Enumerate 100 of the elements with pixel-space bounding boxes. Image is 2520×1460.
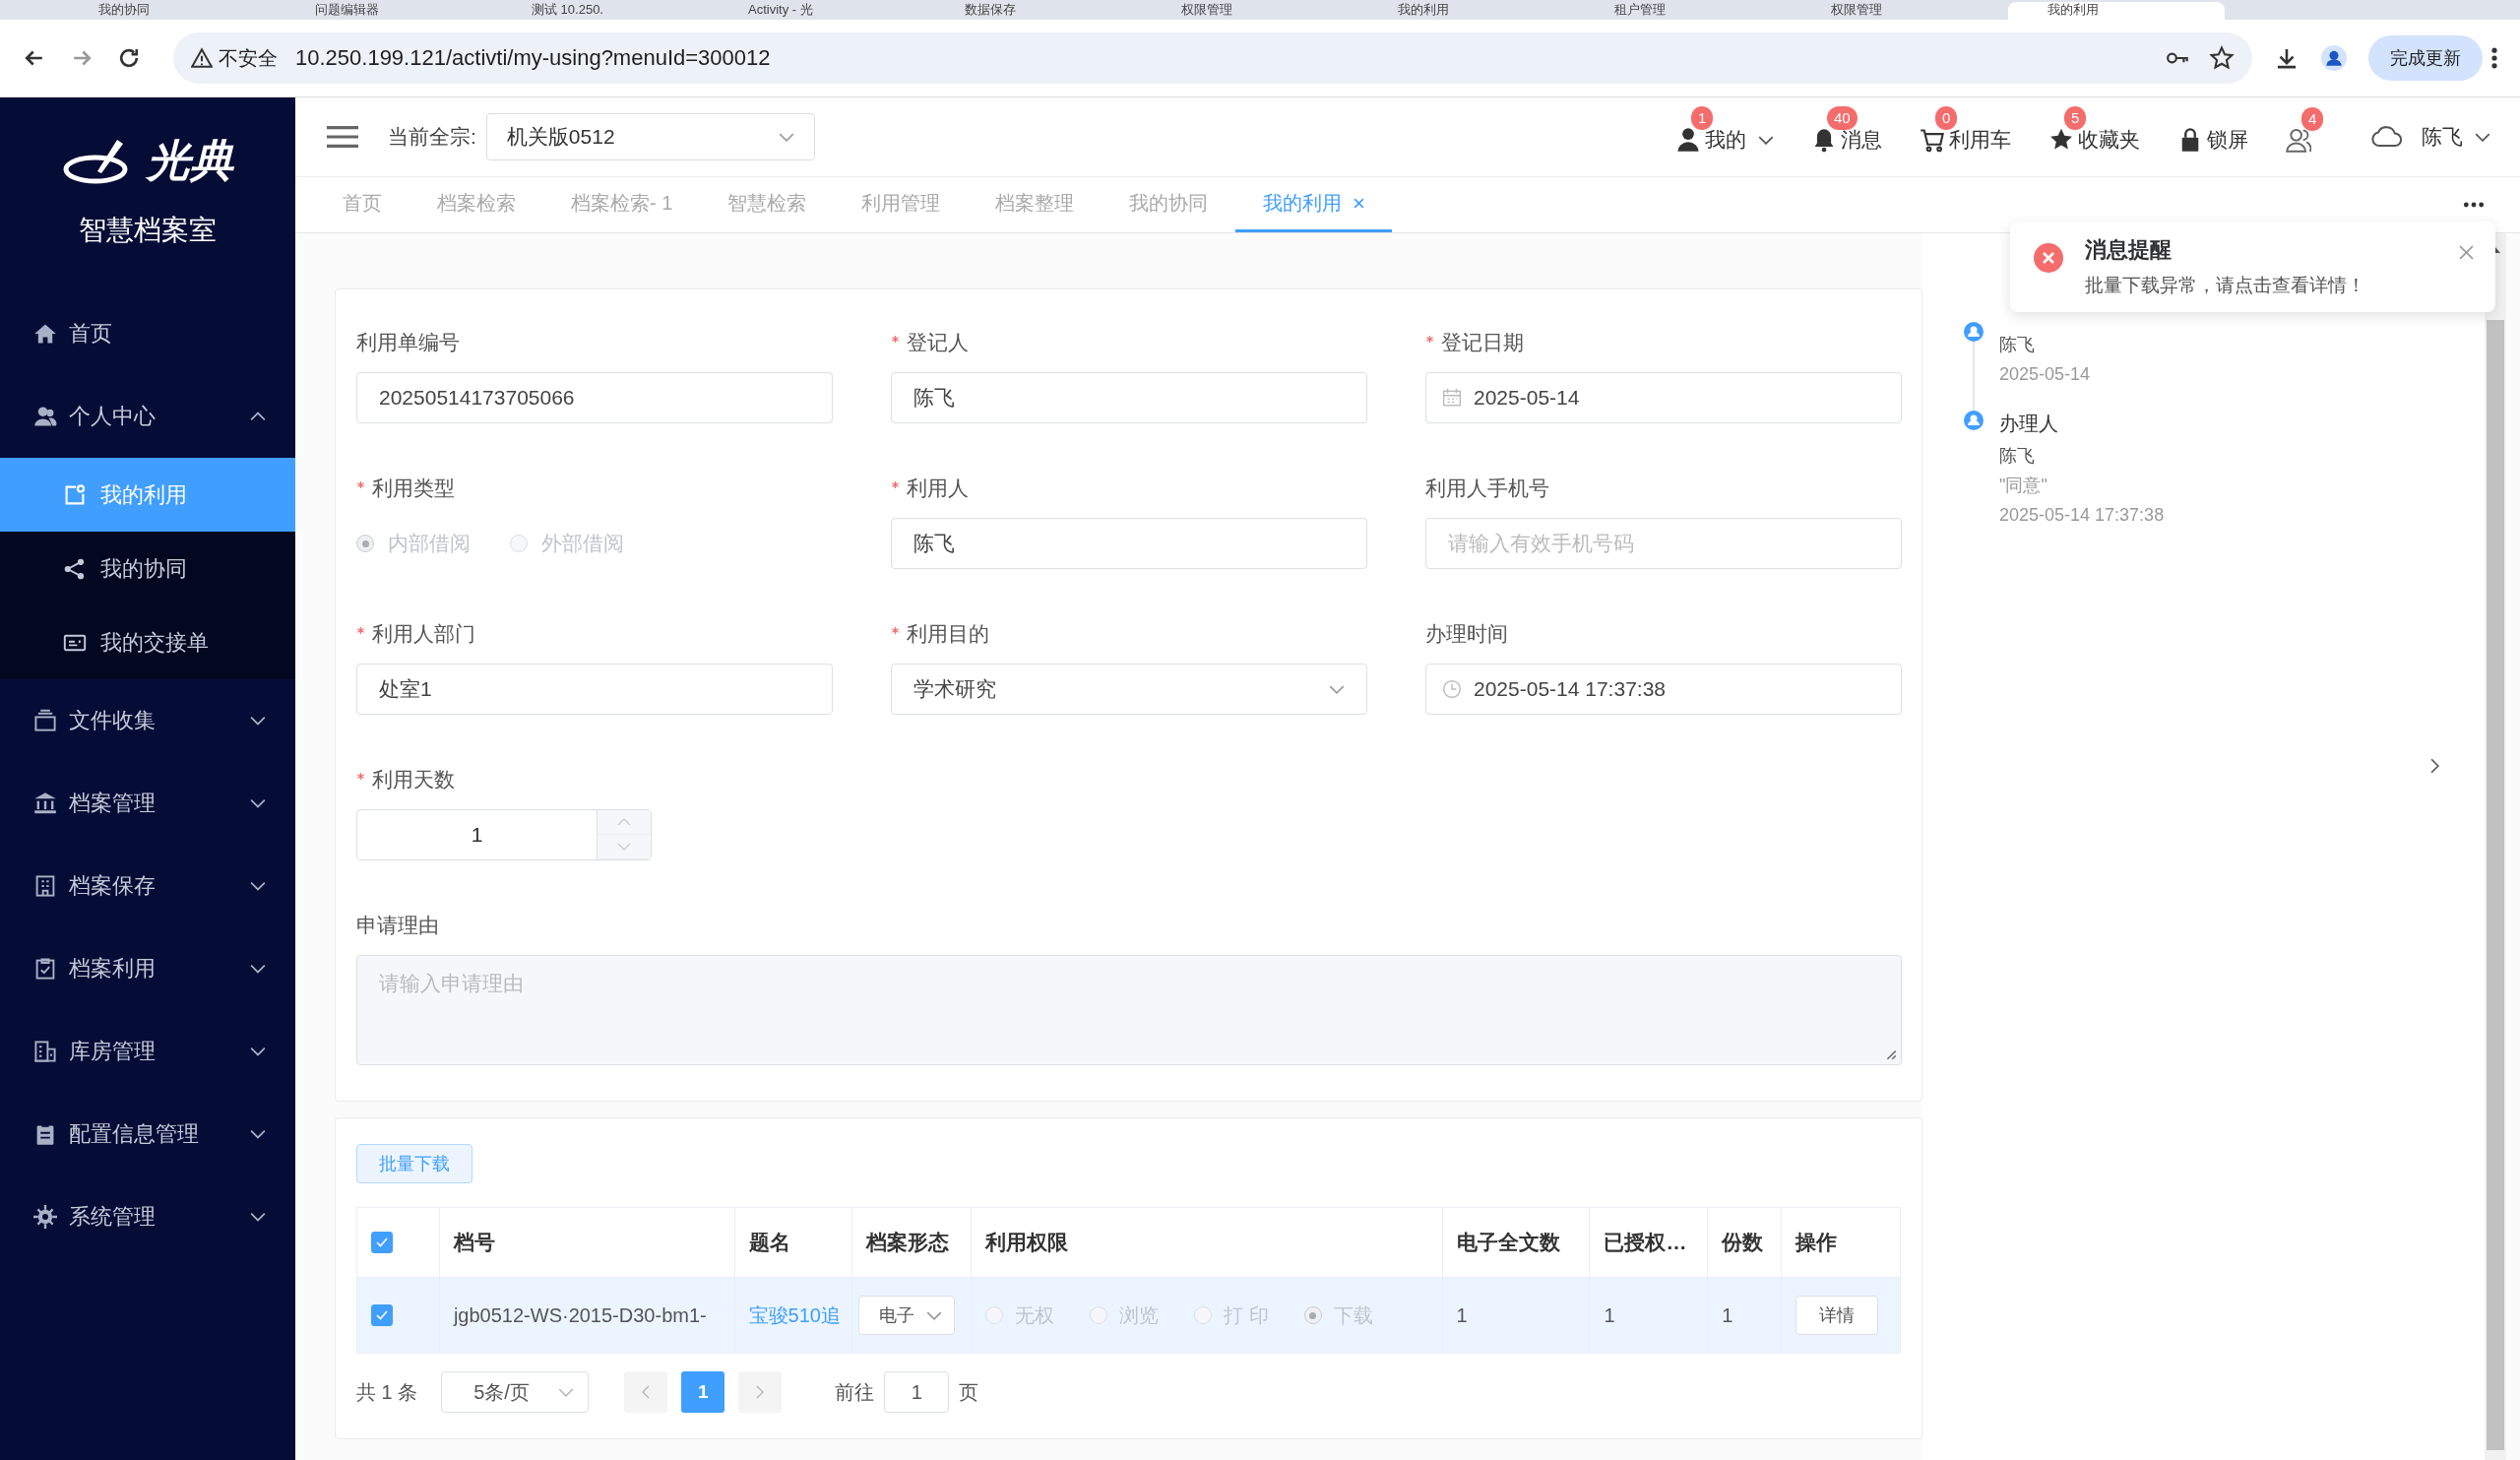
more-icon[interactable]	[2463, 201, 2485, 209]
browser-tab[interactable]: 测试 10.250.	[492, 2, 709, 20]
error-icon	[2034, 243, 2063, 273]
chevron-icon	[558, 1387, 575, 1397]
page-input[interactable]: 1	[884, 1371, 950, 1413]
header-link[interactable]: 40 消息	[1811, 106, 1882, 154]
chevron-icon[interactable]	[2430, 758, 2439, 774]
fonds-select[interactable]: 机关版0512	[485, 113, 815, 160]
browser-tab[interactable]: 租户管理	[1575, 2, 1792, 20]
person-icon	[1964, 411, 1984, 430]
timeline-text: 2025-05-14	[1999, 363, 2091, 386]
table-cell: jgb0512-WS·2015-D30-bm1-	[439, 1278, 735, 1353]
page-size-select[interactable]: 5条/页	[441, 1371, 590, 1413]
menu-item[interactable]: 档案保存	[0, 845, 295, 927]
input-field[interactable]: 20250514173705066	[356, 372, 833, 423]
submenu-item[interactable]: 我的交接单	[0, 605, 295, 679]
user-menu[interactable]: 陈飞	[2370, 123, 2490, 151]
update-button[interactable]: 完成更新	[2368, 35, 2483, 81]
count-badge: 5	[2064, 106, 2087, 130]
goto-label: 前往	[835, 1379, 875, 1405]
timeline-text: 2025-05-14 17:37:38	[1999, 504, 2165, 527]
check-icon	[376, 1310, 388, 1320]
submenu-item[interactable]: 我的协同	[0, 532, 295, 605]
browser-tab[interactable]: 权限管理	[1142, 2, 1358, 20]
chevron-icon	[2475, 132, 2490, 142]
resize-handle-icon[interactable]	[1885, 1048, 1897, 1060]
menu-item[interactable]: 个人中心	[0, 375, 295, 458]
date-field[interactable]: 2025-05-14	[1425, 372, 1902, 423]
close-icon[interactable]	[1354, 198, 1365, 209]
header-link[interactable]: 锁屏	[2177, 106, 2248, 154]
count-badge: 40	[1827, 106, 1858, 130]
app-title: 智慧档案室	[78, 214, 218, 247]
required-icon	[891, 625, 900, 635]
header-link[interactable]: 0 利用车	[1920, 106, 2011, 154]
notification-title: 消息提醒	[2085, 236, 2173, 264]
chevron-right-icon	[756, 1385, 765, 1399]
checkbox[interactable]	[371, 1232, 393, 1253]
address-bar[interactable]: 不安全 10.250.199.121/activti/my-using?menuId=300012	[173, 32, 2252, 84]
bank-icon	[33, 792, 57, 815]
field-label: 利用人	[907, 476, 969, 501]
menu-item[interactable]: 文件收集	[0, 679, 295, 762]
browser-tab[interactable]: 权限管理	[1792, 2, 2008, 20]
warning-icon	[191, 47, 213, 69]
building-icon	[33, 874, 57, 898]
required-icon	[356, 771, 365, 781]
chevron-left-icon	[642, 1385, 651, 1399]
header-link[interactable]: 5 收藏夹	[2048, 106, 2140, 154]
time-field[interactable]: 2025-05-14 17:37:38	[1425, 664, 1902, 715]
browser-tab[interactable]: Activity - 光	[709, 2, 925, 20]
field-label: 利用类型	[372, 476, 455, 501]
select-field[interactable]: 学术研究	[891, 664, 1367, 715]
field-label: 登记日期	[1441, 330, 1524, 355]
menu-item[interactable]: 库房管理	[0, 1010, 295, 1093]
table-cell: 1	[1590, 1278, 1709, 1353]
count-badge: 0	[1935, 106, 1958, 130]
security-label: 不安全	[219, 45, 278, 71]
menu-item[interactable]: 档案利用	[0, 927, 295, 1010]
input-field[interactable]: 处室1	[356, 664, 833, 715]
header-link[interactable]: 1 我的	[1675, 106, 1774, 154]
scrollbar-thumb[interactable]	[2487, 320, 2504, 1450]
notification-message[interactable]: 批量下载异常，请点击查看详情！	[2085, 273, 2437, 298]
field-label: 登记人	[907, 330, 969, 355]
menu-item[interactable]: 首页	[0, 292, 295, 375]
browser-tab[interactable]: 我的利用	[1358, 2, 1575, 20]
close-icon[interactable]	[2459, 245, 2474, 260]
more-icon[interactable]	[2490, 45, 2498, 71]
timeline-text: 陈飞	[1999, 445, 2036, 468]
input-field[interactable]: 陈飞	[891, 518, 1367, 569]
menu-item[interactable]: 配置信息管理	[0, 1093, 295, 1175]
detail-button[interactable]: 详情	[1796, 1296, 1879, 1335]
checkbox[interactable]	[371, 1304, 393, 1326]
star-icon[interactable]	[2209, 45, 2235, 71]
form-select[interactable]: 电子	[858, 1296, 956, 1335]
count-badge: 1	[1691, 106, 1714, 130]
field-label: 利用人部门	[372, 621, 475, 647]
settings-icon	[33, 1205, 57, 1229]
total-count: 共 1 条	[356, 1379, 418, 1405]
input-field[interactable]: 陈飞	[891, 372, 1367, 423]
cloud-icon	[2370, 125, 2404, 149]
timeline-title: 办理人	[1999, 412, 2059, 436]
calendar-icon	[1442, 388, 1462, 408]
person-icon	[1675, 127, 1701, 153]
menu-item[interactable]: 系统管理	[0, 1175, 295, 1258]
profile-icon[interactable]	[2321, 45, 2347, 71]
field-label: 利用目的	[907, 621, 989, 647]
person-icon	[33, 405, 57, 428]
count-badge: 4	[2301, 107, 2324, 131]
url-text: 10.250.199.121/activti/my-using?menuId=300012	[295, 45, 771, 71]
share-icon	[63, 556, 87, 581]
field-label: 利用天数	[372, 767, 455, 793]
required-icon	[891, 479, 900, 489]
building-icon	[33, 1040, 57, 1063]
browser-tab[interactable]: 我的协同	[59, 2, 276, 20]
menu-icon[interactable]	[327, 125, 358, 149]
browser-tab[interactable]: 数据保存	[925, 2, 1142, 20]
required-icon	[356, 625, 365, 635]
menu-item[interactable]: 档案管理	[0, 762, 295, 845]
browser-tab[interactable]: 我的利用	[2008, 2, 2225, 20]
browser-tab[interactable]: 问题编辑器	[276, 2, 492, 20]
timeline-text: 陈飞	[1999, 334, 2036, 356]
